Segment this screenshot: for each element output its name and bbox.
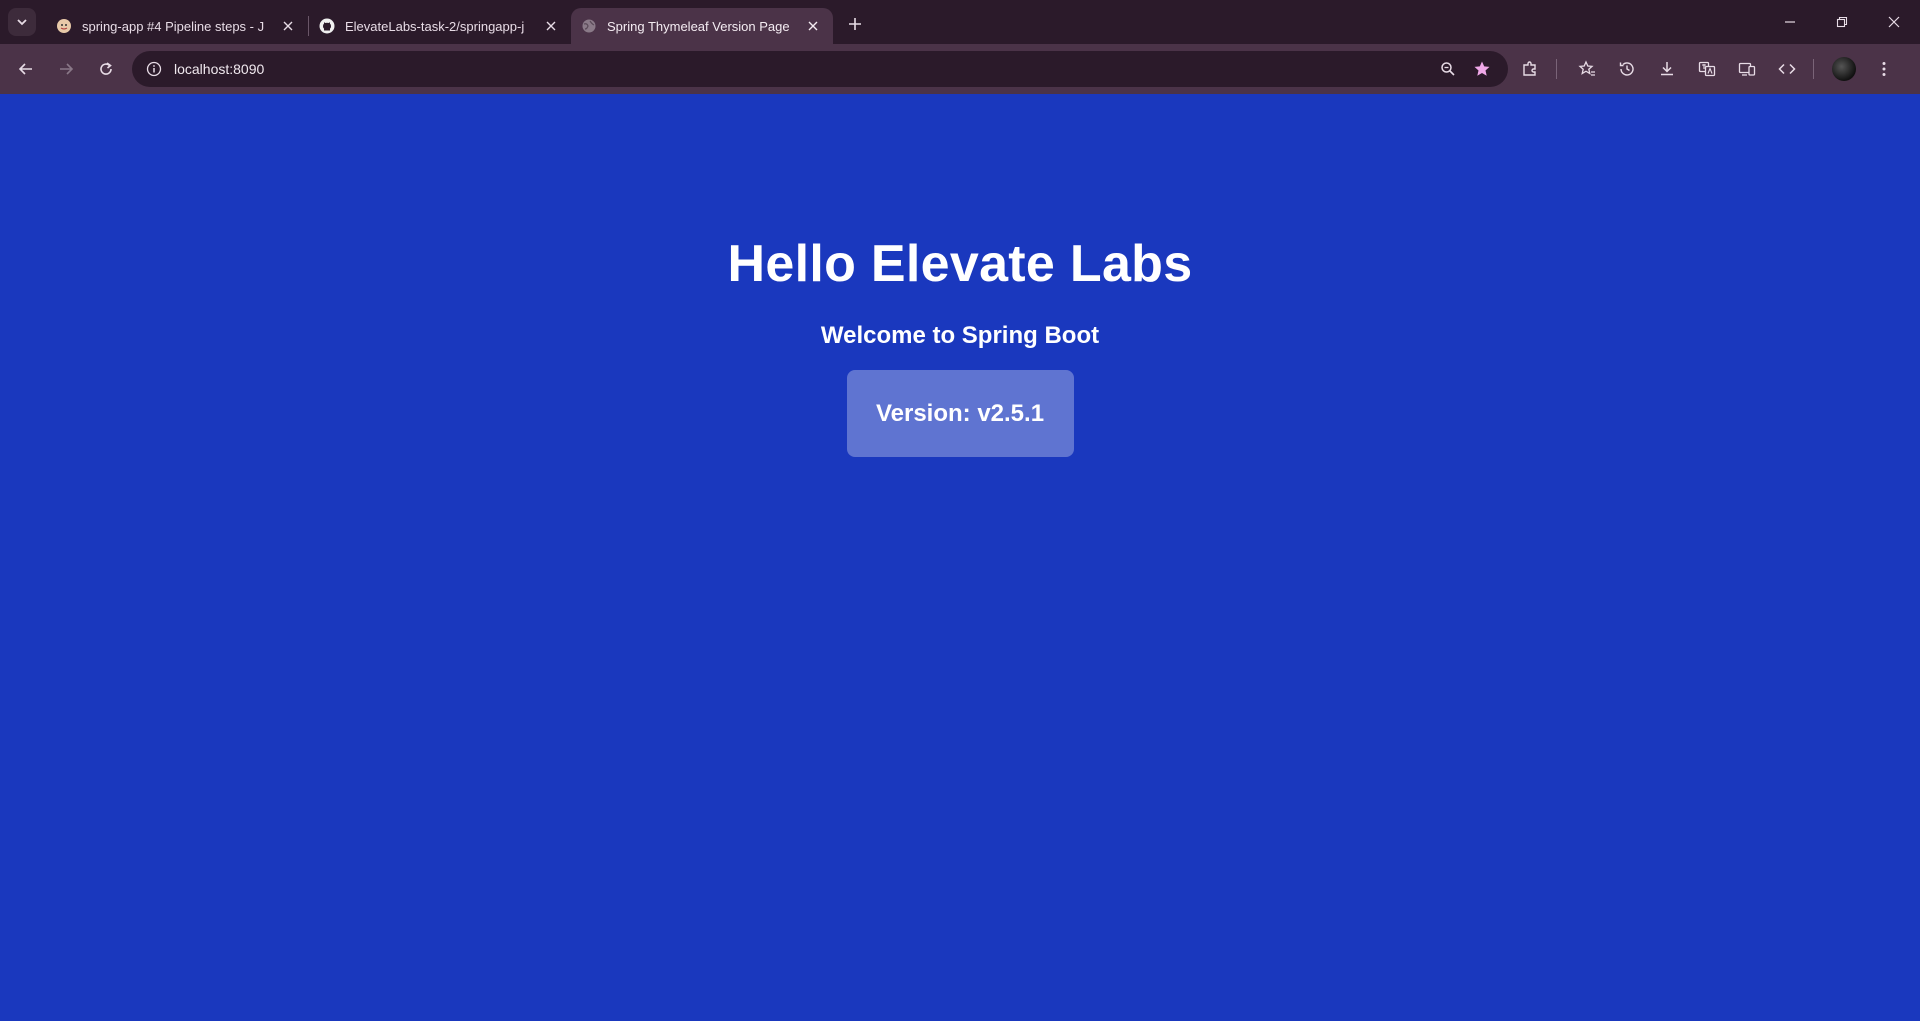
back-button[interactable] xyxy=(8,51,44,87)
more-vertical-icon xyxy=(1875,60,1893,78)
new-tab-button[interactable] xyxy=(841,10,869,38)
arrow-right-icon xyxy=(58,61,74,77)
arrow-left-icon xyxy=(18,61,34,77)
close-icon[interactable] xyxy=(541,16,561,36)
devices-icon xyxy=(1738,60,1756,78)
restore-button[interactable] xyxy=(1816,0,1868,44)
tab-strip: spring-app #4 Pipeline steps - J Elevate… xyxy=(0,0,1920,44)
history-button[interactable] xyxy=(1609,51,1645,87)
star-list-icon xyxy=(1578,60,1596,78)
url-input[interactable] xyxy=(174,61,1428,77)
tab-title: Spring Thymeleaf Version Page xyxy=(607,18,790,34)
browser-window: spring-app #4 Pipeline steps - J Elevate… xyxy=(0,0,1920,1021)
address-bar[interactable] xyxy=(132,51,1508,87)
profile-button[interactable] xyxy=(1826,51,1862,87)
tab-jenkins[interactable]: spring-app #4 Pipeline steps - J xyxy=(46,8,308,44)
info-icon[interactable] xyxy=(144,59,164,79)
tab-spring-version[interactable]: Spring Thymeleaf Version Page xyxy=(571,8,833,44)
close-icon[interactable] xyxy=(803,16,823,36)
jenkins-icon xyxy=(56,18,72,34)
minimize-icon xyxy=(1784,16,1796,28)
translate-icon xyxy=(1698,60,1716,78)
tab-title: spring-app #4 Pipeline steps - J xyxy=(82,18,265,34)
zoom-icon[interactable] xyxy=(1434,55,1462,83)
reload-button[interactable] xyxy=(88,51,124,87)
page-content: Hello Elevate Labs Welcome to Spring Boo… xyxy=(0,94,1920,1021)
page-title: Hello Elevate Labs xyxy=(727,235,1193,293)
menu-button[interactable] xyxy=(1866,51,1902,87)
github-icon xyxy=(319,18,335,34)
globe-icon xyxy=(581,18,597,34)
chevron-down-icon xyxy=(16,16,28,28)
toolbar-separator xyxy=(1813,59,1814,79)
close-icon xyxy=(1888,16,1900,28)
browser-toolbar xyxy=(0,44,1920,94)
downloads-button[interactable] xyxy=(1649,51,1685,87)
puzzle-icon xyxy=(1521,60,1539,78)
bookmarks-button[interactable] xyxy=(1569,51,1605,87)
bookmark-star-icon[interactable] xyxy=(1468,55,1496,83)
tab-search-button[interactable] xyxy=(8,8,36,36)
restore-icon xyxy=(1836,16,1848,28)
tab-title: ElevateLabs-task-2/springapp-j xyxy=(345,18,525,34)
minimize-button[interactable] xyxy=(1764,0,1816,44)
history-icon xyxy=(1618,60,1636,78)
version-label: Version: v2.5.1 xyxy=(875,399,1045,427)
page-subtitle: Welcome to Spring Boot xyxy=(820,322,1100,349)
extensions-button[interactable] xyxy=(1512,51,1548,87)
close-window-button[interactable] xyxy=(1868,0,1920,44)
download-icon xyxy=(1658,60,1676,78)
tab-github[interactable]: ElevateLabs-task-2/springapp-j xyxy=(309,8,571,44)
plus-icon xyxy=(848,17,862,31)
toolbar-separator xyxy=(1556,59,1557,79)
devtools-button[interactable] xyxy=(1769,51,1805,87)
forward-button[interactable] xyxy=(48,51,84,87)
version-badge: Version: v2.5.1 xyxy=(846,370,1074,457)
avatar xyxy=(1832,57,1856,81)
reload-icon xyxy=(98,61,114,77)
window-controls xyxy=(1764,0,1920,44)
code-icon xyxy=(1778,60,1796,78)
devices-button[interactable] xyxy=(1729,51,1765,87)
translate-button[interactable] xyxy=(1689,51,1725,87)
close-icon[interactable] xyxy=(278,16,298,36)
